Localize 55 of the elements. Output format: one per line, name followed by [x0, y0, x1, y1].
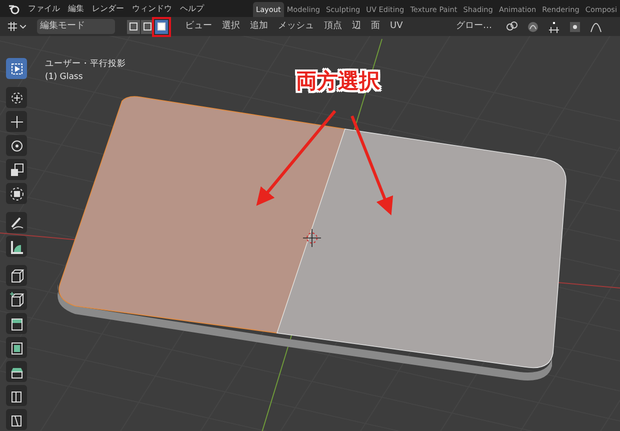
pencil-icon — [8, 214, 24, 230]
tool-button[interactable] — [6, 361, 27, 382]
snap-icon[interactable] — [527, 20, 539, 32]
header-menu[interactable]: 辺 — [347, 20, 366, 34]
tool-button[interactable] — [6, 313, 27, 334]
ruler-icon — [8, 238, 24, 254]
menu-item[interactable]: 編集 — [64, 0, 88, 17]
vertex-select-button[interactable] — [127, 20, 140, 34]
cube-icon — [8, 316, 24, 332]
cube-icon — [8, 340, 24, 356]
mesh-face[interactable] — [58, 96, 346, 334]
header-menu[interactable]: 面 — [366, 20, 385, 34]
face-select-button[interactable] — [155, 20, 168, 34]
header-menu[interactable]: UV — [385, 20, 408, 34]
cursor-icon — [8, 90, 24, 106]
header-menu[interactable]: 頂点 — [319, 20, 347, 34]
tool-button[interactable] — [6, 135, 27, 156]
rotate-icon — [8, 138, 24, 154]
tool-button[interactable] — [6, 58, 27, 79]
scale-icon — [8, 162, 24, 178]
tool-button[interactable] — [6, 183, 27, 204]
header-menu[interactable]: メッシュ — [273, 20, 319, 34]
transform-icon — [8, 186, 24, 202]
tool-button[interactable] — [6, 111, 27, 132]
cube-icon — [8, 292, 24, 308]
header-menu[interactable]: 追加 — [245, 20, 273, 34]
annotation-label: 両方選択 — [296, 68, 380, 95]
falloff-icon[interactable] — [590, 20, 602, 32]
link-icon[interactable] — [506, 20, 518, 32]
view-name: ユーザー・平行投影 — [45, 58, 126, 71]
menu-item[interactable]: ヘルプ — [176, 0, 208, 17]
menu-item[interactable]: レンダー — [88, 0, 128, 17]
orientation-dropdown[interactable]: グロー… — [451, 20, 497, 34]
edge-select-button[interactable] — [141, 20, 154, 34]
menu-item[interactable]: ファイル — [24, 0, 64, 17]
cube-icon — [8, 268, 24, 284]
select-box-icon — [8, 60, 24, 76]
tool-button[interactable] — [6, 265, 27, 286]
tool-button[interactable] — [6, 337, 27, 358]
tool-button[interactable] — [6, 159, 27, 180]
tool-button[interactable] — [6, 289, 27, 310]
header-menu[interactable]: ビュー — [180, 20, 217, 34]
header-menu[interactable]: 選択 — [217, 20, 245, 34]
object-name: (1) Glass — [45, 71, 84, 84]
tool-button[interactable] — [6, 409, 27, 430]
3d-cursor-icon — [302, 228, 322, 248]
app-logo-icon[interactable] — [8, 2, 20, 14]
mode-dropdown[interactable]: 編集モード — [37, 19, 115, 34]
caret-icon — [20, 24, 26, 28]
tool-button[interactable] — [6, 87, 27, 108]
menu-item[interactable]: ウィンドウ — [128, 0, 176, 17]
tool-button[interactable] — [6, 385, 27, 406]
grid-icon — [7, 22, 18, 32]
tool-button[interactable] — [6, 236, 27, 257]
tool-button[interactable] — [6, 212, 27, 233]
